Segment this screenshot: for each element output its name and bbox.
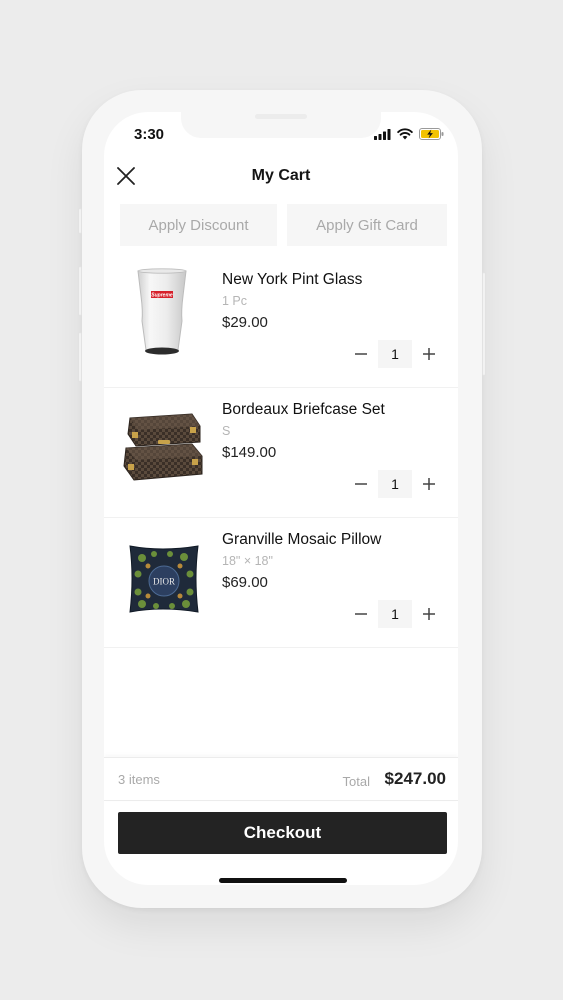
item-name: Bordeaux Briefcase Set bbox=[222, 401, 385, 418]
total-label: Total bbox=[342, 774, 370, 789]
item-variant: 1 Pc bbox=[222, 294, 248, 308]
page-title: My Cart bbox=[251, 167, 311, 184]
increase-quantity-button[interactable] bbox=[418, 340, 440, 368]
app-screen: 3:30 My Cart Apply Discount Apply Gift C… bbox=[104, 112, 458, 885]
pint-glass-image: Supreme bbox=[120, 266, 204, 362]
battery-charging-icon bbox=[419, 127, 444, 145]
cellular-signal-icon bbox=[374, 127, 391, 145]
item-price: $69.00 bbox=[222, 574, 268, 591]
minus-icon bbox=[355, 353, 367, 355]
plus-icon bbox=[423, 608, 435, 620]
cart-item: Supreme New York Pint Glass 1 Pc $29.00 … bbox=[104, 258, 458, 388]
minus-icon bbox=[355, 613, 367, 615]
status-icons bbox=[374, 127, 444, 145]
increase-quantity-button[interactable] bbox=[418, 470, 440, 498]
home-indicator[interactable] bbox=[219, 878, 347, 883]
cart-item: Bordeaux Briefcase Set S $149.00 1 bbox=[104, 388, 458, 518]
checkout-button[interactable]: Checkout bbox=[118, 812, 447, 854]
quantity-stepper: 1 bbox=[350, 470, 440, 498]
quantity-value[interactable]: 1 bbox=[378, 470, 412, 498]
phone-volume-up-button bbox=[78, 266, 82, 316]
status-time: 3:30 bbox=[134, 126, 165, 143]
phone-power-button bbox=[482, 272, 486, 376]
mosaic-pillow-image: DIOR bbox=[120, 526, 204, 622]
plus-icon bbox=[423, 478, 435, 490]
cart-item: DIOR Granville Mosaic Pillow 18" × 18" $… bbox=[104, 518, 458, 648]
item-count: 3 items bbox=[118, 772, 160, 787]
decrease-quantity-button[interactable] bbox=[350, 600, 372, 628]
item-variant: S bbox=[222, 424, 231, 438]
apply-gift-card-button[interactable]: Apply Gift Card bbox=[287, 204, 447, 246]
decrease-quantity-button[interactable] bbox=[350, 470, 372, 498]
decrease-quantity-button[interactable] bbox=[350, 340, 372, 368]
quantity-value[interactable]: 1 bbox=[378, 340, 412, 368]
item-price: $29.00 bbox=[222, 314, 268, 331]
quantity-stepper: 1 bbox=[350, 340, 440, 368]
phone-speaker bbox=[255, 114, 307, 119]
item-price: $149.00 bbox=[222, 444, 277, 461]
item-name: Granville Mosaic Pillow bbox=[222, 531, 382, 548]
plus-icon bbox=[423, 348, 435, 360]
glass-brand-label: Supreme bbox=[151, 292, 173, 298]
quantity-value[interactable]: 1 bbox=[378, 600, 412, 628]
briefcase-set-image bbox=[120, 396, 204, 492]
phone-volume-down-button bbox=[78, 332, 82, 382]
item-variant: 18" × 18" bbox=[222, 554, 273, 568]
increase-quantity-button[interactable] bbox=[418, 600, 440, 628]
cart-summary: 3 items Total $247.00 bbox=[104, 757, 458, 801]
wifi-icon bbox=[397, 127, 413, 145]
item-name: New York Pint Glass bbox=[222, 271, 363, 288]
apply-discount-button[interactable]: Apply Discount bbox=[120, 204, 277, 246]
quantity-stepper: 1 bbox=[350, 600, 440, 628]
phone-notch bbox=[181, 112, 381, 138]
pillow-brand-label: DIOR bbox=[153, 577, 175, 587]
total-value: $247.00 bbox=[384, 769, 446, 788]
cart-item-list: Supreme New York Pint Glass 1 Pc $29.00 … bbox=[104, 258, 458, 648]
minus-icon bbox=[355, 483, 367, 485]
phone-silent-switch bbox=[78, 208, 82, 234]
